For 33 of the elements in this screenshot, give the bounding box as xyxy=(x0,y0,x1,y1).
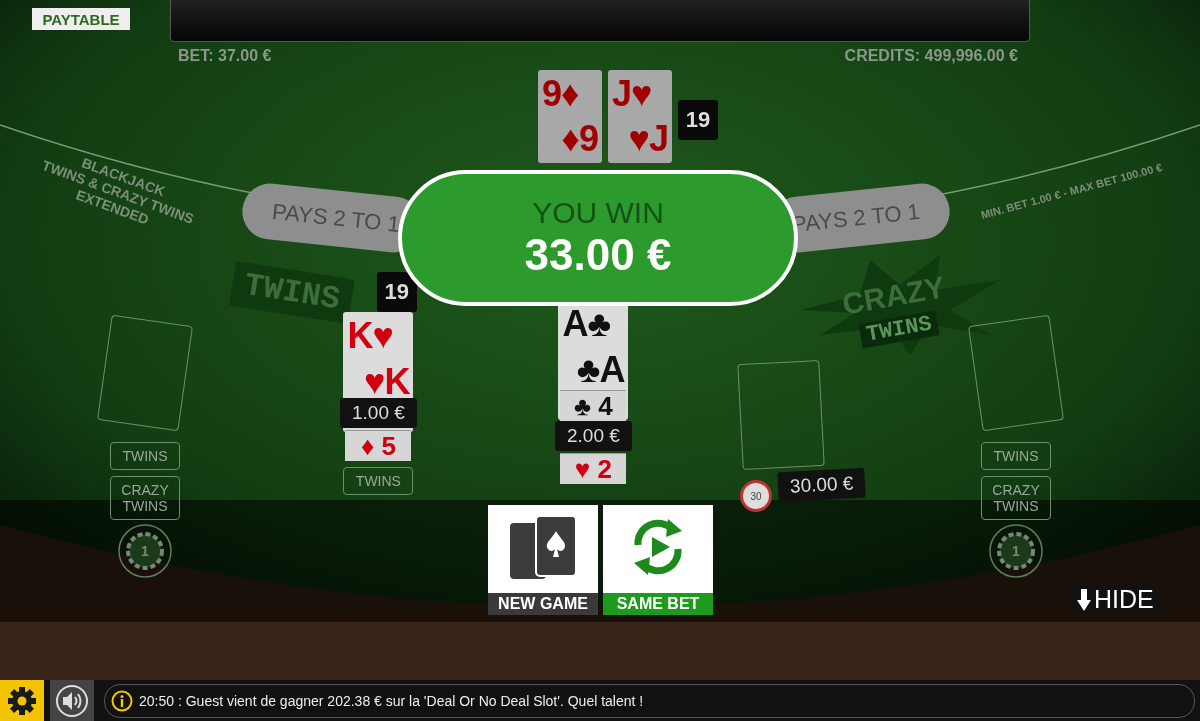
playing-card: ♥ 2 xyxy=(560,453,627,484)
playing-card: ♦ 5 xyxy=(345,430,412,461)
speaker-icon xyxy=(55,683,89,718)
bet-amount: BET: 37.00 € xyxy=(178,47,272,65)
hand-total-badge: 19 xyxy=(678,100,718,140)
playing-card: J♥ ♥J xyxy=(608,70,672,163)
paytable-button[interactable]: PAYTABLE xyxy=(32,8,130,30)
playing-card: ♣ 4 xyxy=(560,390,627,421)
ticker-message: 20:50 : Guest vient de gagner 202.38 € sur la 'Deal Or No Deal Slot'. Quel talent ! xyxy=(139,692,644,709)
same-bet-button[interactable]: SAME BET xyxy=(603,505,713,615)
hand-total-badge: 19 xyxy=(376,272,417,312)
credits-amount: CREDITS: 499,996.00 € xyxy=(844,47,1018,65)
settings-icon xyxy=(7,685,37,716)
chip: 1 xyxy=(989,524,1043,578)
playing-card: 9♦ ♦9 xyxy=(538,70,602,163)
info-icon xyxy=(111,689,133,712)
side-bet-spot[interactable]: TWINS xyxy=(981,442,1051,470)
side-bet-spot[interactable]: TWINS xyxy=(110,442,180,470)
new-game-button[interactable]: NEW GAME xyxy=(488,505,598,615)
bet-amount-tag: 1.00 € xyxy=(340,398,417,428)
win-title: YOU WIN xyxy=(532,196,664,230)
win-amount: 33.00 € xyxy=(524,230,672,280)
side-bet-spot[interactable]: CRAZY TWINS xyxy=(110,476,180,520)
cards-icon xyxy=(508,515,578,581)
sound-button[interactable] xyxy=(50,680,94,721)
bet-limits-text: MIN. BET 1.00 € - MAX BET 100.00 € xyxy=(979,161,1164,221)
chip: 1 xyxy=(118,524,172,578)
side-bet-spot[interactable]: CRAZY TWINS xyxy=(981,476,1051,520)
down-arrow-icon xyxy=(1077,588,1091,611)
settings-button[interactable] xyxy=(0,680,44,721)
hide-button[interactable]: HIDE xyxy=(1073,585,1158,614)
side-bet-spot[interactable]: TWINS xyxy=(343,467,414,495)
bet-amount-tag: 2.00 € xyxy=(555,421,632,451)
